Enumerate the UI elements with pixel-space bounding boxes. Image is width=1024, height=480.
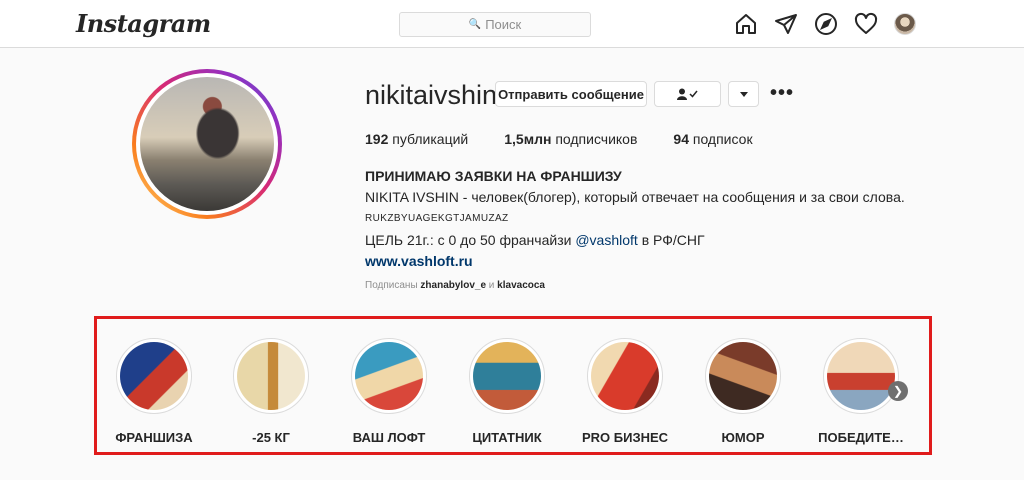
profile-stats: 192 публикаций 1,5млн подписчиков 94 под… bbox=[365, 131, 753, 147]
highlight-item[interactable]: ВАШ ЛОФТ bbox=[341, 338, 437, 445]
bio-title: ПРИНИМАЮ ЗАЯВКИ НА ФРАНШИЗУ bbox=[365, 168, 622, 184]
highlight-label: -25 КГ bbox=[252, 430, 290, 445]
highlight-item[interactable]: ЮМОР bbox=[695, 338, 791, 445]
chevron-down-icon bbox=[739, 91, 748, 97]
followers-stat[interactable]: 1,5млн подписчиков bbox=[504, 131, 637, 147]
search-placeholder: Поиск bbox=[485, 17, 522, 32]
heart-icon[interactable] bbox=[854, 12, 878, 36]
profile-photo bbox=[140, 77, 274, 211]
highlight-cover bbox=[473, 342, 541, 410]
highlight-label: ПОБЕДИТЕ… bbox=[818, 430, 904, 445]
explore-icon[interactable] bbox=[814, 12, 838, 36]
search-icon: 🔍 bbox=[468, 19, 482, 30]
nav-icons bbox=[734, 12, 916, 36]
highlight-label: ФРАНШИЗА bbox=[115, 430, 193, 445]
following-stat[interactable]: 94 подписок bbox=[673, 131, 752, 147]
highlight-cover bbox=[355, 342, 423, 410]
suggestions-dropdown-button[interactable] bbox=[728, 81, 759, 107]
top-navigation-bar: Instagram 🔍 Поиск bbox=[0, 0, 1024, 48]
highlight-item[interactable]: ФРАНШИЗА bbox=[106, 338, 202, 445]
highlight-cover bbox=[591, 342, 659, 410]
highlight-item[interactable]: ЦИТАТНИК bbox=[459, 338, 555, 445]
highlight-label: ЮМОР bbox=[721, 430, 765, 445]
profile-username: nikitaivshin bbox=[365, 80, 498, 110]
highlight-label: ЦИТАТНИК bbox=[472, 430, 542, 445]
search-input[interactable]: 🔍 Поиск bbox=[399, 12, 591, 37]
instagram-logo[interactable]: Instagram bbox=[76, 9, 211, 38]
highlights-next-arrow-icon[interactable]: ❯ bbox=[888, 381, 908, 401]
profile-avatar[interactable] bbox=[894, 13, 916, 35]
home-icon[interactable] bbox=[734, 12, 758, 36]
profile-bio: ПРИНИМАЮ ЗАЯВКИ НА ФРАНШИЗУ NIKITA IVSHI… bbox=[365, 166, 905, 272]
highlight-label: ВАШ ЛОФТ bbox=[352, 430, 426, 445]
highlight-item[interactable]: PRO БИЗНЕС bbox=[577, 338, 673, 445]
bio-code: RUKZBYUAGEKGTJAMUZAZ bbox=[365, 213, 509, 224]
posts-stat[interactable]: 192 публикаций bbox=[365, 131, 468, 147]
send-message-button[interactable]: Отправить сообщение bbox=[495, 81, 647, 107]
person-check-icon bbox=[676, 88, 698, 100]
highlight-cover bbox=[827, 342, 895, 410]
highlight-item[interactable]: -25 КГ bbox=[223, 338, 319, 445]
highlight-cover bbox=[237, 342, 305, 410]
profile-avatar-large[interactable] bbox=[132, 69, 282, 219]
highlight-cover bbox=[120, 342, 188, 410]
bio-line: NIKITA IVSHIN - человек(блогер), который… bbox=[365, 189, 905, 205]
mention-link[interactable]: @vashloft bbox=[575, 232, 637, 248]
direct-icon[interactable] bbox=[774, 12, 798, 36]
followed-by[interactable]: Подписаны zhanabylov_e и klavacoca bbox=[365, 280, 545, 291]
website-link[interactable]: www.vashloft.ru bbox=[365, 251, 905, 272]
bio-goal: ЦЕЛЬ 21г.: с 0 до 50 франчайзи @vashloft… bbox=[365, 232, 705, 248]
more-options-icon[interactable]: ••• bbox=[770, 83, 794, 103]
highlight-label: PRO БИЗНЕС bbox=[581, 430, 669, 445]
following-button[interactable] bbox=[654, 81, 721, 107]
highlight-cover bbox=[709, 342, 777, 410]
